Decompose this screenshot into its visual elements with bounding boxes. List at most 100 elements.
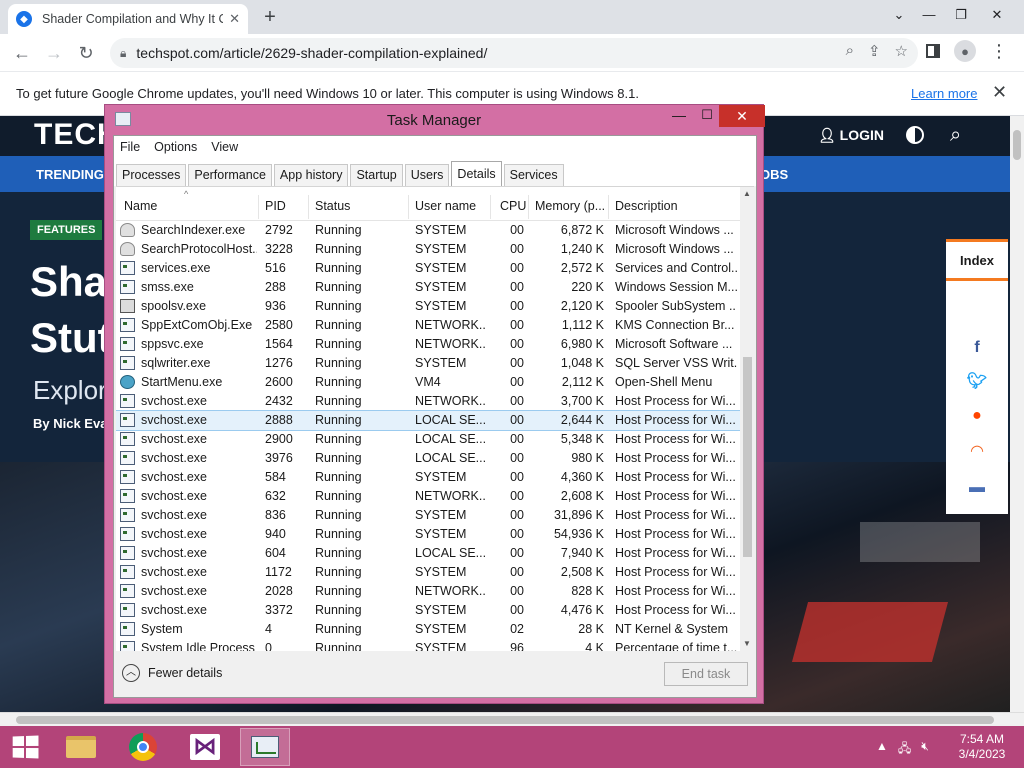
menu-options[interactable]: Options xyxy=(154,140,197,154)
tab-details[interactable]: Details xyxy=(451,161,502,186)
profile-avatar[interactable]: ● xyxy=(954,40,976,62)
table-row[interactable]: StartMenu.exe 2600 Running VM4 00 2,112 K Open… xyxy=(116,373,740,392)
browser-tab[interactable]: ◆ Shader Compilation and Why It C ✕ xyxy=(8,4,248,34)
table-row[interactable]: svchost.exe 2432 Running NETWORK... 00 3,700 … xyxy=(116,392,740,411)
table-row[interactable]: svchost.exe 1172 Running SYSTEM 00 2,508 K Hos… xyxy=(116,563,740,582)
table-row[interactable]: svchost.exe 3372 Running SYSTEM 00 4,476 K Hos… xyxy=(116,601,740,620)
table-row[interactable]: svchost.exe 2888 Running LOCAL SE... 00 2,644… xyxy=(116,410,741,431)
show-hidden-icons[interactable]: ▲ xyxy=(876,739,888,760)
start-button[interactable] xyxy=(0,728,50,766)
table-scrollbar[interactable]: ▲ ▼ xyxy=(740,187,754,651)
task-manager-titlebar[interactable]: Task Manager — ☐ ✕ xyxy=(105,105,765,133)
twitter-icon[interactable]: 🐦︎ xyxy=(966,371,988,393)
close-window-button[interactable]: ✕ xyxy=(982,2,1012,28)
table-row[interactable]: svchost.exe 2900 Running LOCAL SE... 00 5,348… xyxy=(116,430,740,449)
site-search-icon[interactable]: ⌕ xyxy=(950,124,961,147)
column-divider[interactable] xyxy=(408,195,409,219)
reddit-icon[interactable]: ● xyxy=(966,405,988,427)
taskbar-file-explorer[interactable] xyxy=(56,728,106,766)
address-bar[interactable]: 🔒︎ techspot.com/article/2629-shader-comp… xyxy=(110,38,918,68)
new-tab-button[interactable]: + xyxy=(258,6,282,30)
index-button[interactable]: Index xyxy=(946,239,1008,281)
table-row[interactable]: svchost.exe 836 Running SYSTEM 00 31,896 K Hos… xyxy=(116,506,740,525)
table-row[interactable]: svchost.exe 940 Running SYSTEM 00 54,936 K Hos… xyxy=(116,525,740,544)
column-name[interactable]: Name xyxy=(124,199,157,213)
tab-performance[interactable]: Performance xyxy=(188,164,272,186)
facebook-icon[interactable]: f xyxy=(966,337,988,359)
end-task-button[interactable]: End task xyxy=(664,662,748,686)
table-row[interactable]: services.exe 516 Running SYSTEM 00 2,572 K Ser… xyxy=(116,259,740,278)
table-row[interactable]: SearchIndexer.exe 2792 Running SYSTEM 00 6,87… xyxy=(116,221,740,240)
tab-services[interactable]: Services xyxy=(503,164,564,186)
jobs-link[interactable]: OBS xyxy=(760,167,788,182)
minimize-window-button[interactable]: — xyxy=(914,2,944,28)
forward-button[interactable]: → xyxy=(40,40,68,66)
column-memory[interactable]: Memory (p... xyxy=(535,199,605,213)
table-row[interactable]: SearchProtocolHost.... 3228 Running SYSTEM 0… xyxy=(116,240,740,259)
column-divider[interactable] xyxy=(528,195,529,219)
scroll-up-icon[interactable]: ▲ xyxy=(743,189,751,198)
table-row[interactable]: svchost.exe 632 Running NETWORK... 00 2,608 K… xyxy=(116,487,740,506)
reload-button[interactable]: ↻ xyxy=(72,40,100,66)
table-row[interactable]: svchost.exe 604 Running LOCAL SE... 00 7,940 … xyxy=(116,544,740,563)
taskbar-task-manager[interactable] xyxy=(240,728,290,766)
column-divider[interactable] xyxy=(608,195,609,219)
fewer-details-button[interactable]: ︿ Fewer details xyxy=(122,664,222,682)
rss-icon[interactable]: ◠ xyxy=(966,441,988,463)
tab-processes[interactable]: Processes xyxy=(116,164,187,186)
maximize-button[interactable]: ☐ xyxy=(693,107,721,127)
table-row[interactable]: spoolsv.exe 936 Running SYSTEM 00 2,120 K Spoo… xyxy=(116,297,740,316)
column-description[interactable]: Description xyxy=(615,199,678,213)
learn-more-link[interactable]: Learn more xyxy=(911,86,977,101)
trending-link[interactable]: TRENDING xyxy=(36,167,104,182)
table-row[interactable]: System 4 Running SYSTEM 02 28 K NT Kernel & Sy… xyxy=(116,620,740,639)
scrollbar-thumb[interactable] xyxy=(1013,130,1021,160)
taskbar-chrome[interactable] xyxy=(118,728,168,766)
page-horizontal-scrollbar[interactable] xyxy=(0,712,1024,726)
tab-app-history[interactable]: App history xyxy=(273,164,349,186)
table-row[interactable]: svchost.exe 584 Running SYSTEM 00 4,360 K Host… xyxy=(116,468,740,487)
search-icon[interactable]: ⌕ xyxy=(846,42,854,60)
minimize-button[interactable]: — xyxy=(665,107,693,127)
column-divider[interactable] xyxy=(308,195,309,219)
close-infobar-icon[interactable]: ✕ xyxy=(992,82,1007,103)
contrast-icon[interactable] xyxy=(906,126,924,144)
column-divider[interactable] xyxy=(490,195,491,219)
close-tab-icon[interactable]: ✕ xyxy=(229,11,240,27)
table-row[interactable]: svchost.exe 3976 Running LOCAL SE... 00 980 K… xyxy=(116,449,740,468)
network-icon[interactable]: 🖧︎ xyxy=(898,739,911,760)
column-pid[interactable]: PID xyxy=(265,199,286,213)
volume-muted-icon[interactable]: 🔇︎ xyxy=(921,739,929,760)
scrollbar-thumb[interactable] xyxy=(16,716,994,724)
table-row[interactable]: SppExtComObj.Exe 2580 Running NETWORK... 00 1… xyxy=(116,316,740,335)
column-cpu[interactable]: CPU xyxy=(500,199,526,213)
table-row[interactable]: smss.exe 288 Running SYSTEM 00 220 K Windows S… xyxy=(116,278,740,297)
comments-icon[interactable]: ▬ xyxy=(966,477,988,499)
menu-dots-icon[interactable]: ⋮ xyxy=(990,41,1008,61)
share-icon[interactable]: ⇪ xyxy=(868,42,881,60)
back-button[interactable]: ← xyxy=(8,40,36,66)
table-row[interactable]: System Idle Process 0 Running SYSTEM 96 4 K Pe… xyxy=(116,639,740,651)
tab-users[interactable]: Users xyxy=(404,164,450,186)
table-row[interactable]: svchost.exe 2028 Running NETWORK... 00 828 K H… xyxy=(116,582,740,601)
close-button[interactable]: ✕ xyxy=(719,105,765,127)
lock-icon[interactable]: 🔒︎ xyxy=(120,46,126,61)
restore-window-button[interactable]: ❐ xyxy=(946,2,976,28)
chevron-down-icon[interactable]: ⌄ xyxy=(884,2,914,28)
clock[interactable]: 7:54 AM 3/4/2023 xyxy=(952,732,1012,762)
page-vertical-scrollbar[interactable] xyxy=(1010,116,1024,712)
table-row[interactable]: sppsvc.exe 1564 Running NETWORK... 00 6,980 K… xyxy=(116,335,740,354)
features-badge[interactable]: FEATURES xyxy=(30,220,103,240)
star-icon[interactable]: ☆ xyxy=(895,42,908,60)
column-user-name[interactable]: User name xyxy=(415,199,476,213)
column-divider[interactable] xyxy=(258,195,259,219)
scrollbar-thumb[interactable] xyxy=(743,357,752,557)
menu-view[interactable]: View xyxy=(211,140,238,154)
tab-startup[interactable]: Startup xyxy=(350,164,403,186)
taskbar-visual-studio[interactable]: ⋈ xyxy=(180,728,230,766)
side-panel-icon[interactable] xyxy=(926,44,940,58)
menu-file[interactable]: File xyxy=(120,140,140,154)
column-status[interactable]: Status xyxy=(315,199,350,213)
login-button[interactable]: 👤︎ LOGIN xyxy=(818,127,884,144)
table-row[interactable]: sqlwriter.exe 1276 Running SYSTEM 00 1,048 K S… xyxy=(116,354,740,373)
